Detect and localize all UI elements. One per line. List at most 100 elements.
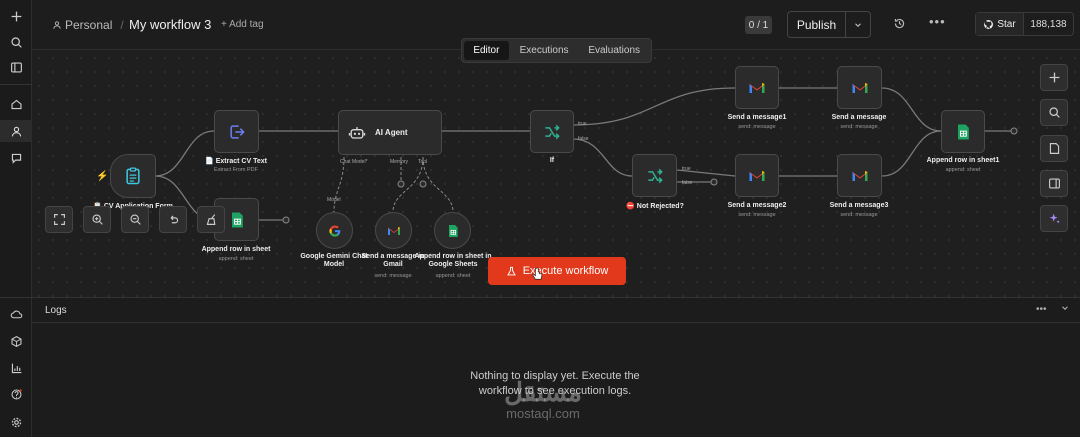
node-label: ⛔ Not Rejected?	[626, 203, 684, 210]
tidy-up-button[interactable]	[197, 206, 225, 233]
sticky-note-button[interactable]	[1040, 135, 1068, 162]
insights-icon[interactable]	[0, 357, 32, 379]
node-label: 📄 Extract CV Text	[205, 158, 267, 165]
node-google-gemini-chat-model[interactable]	[316, 212, 353, 249]
watermark-latin: mostaql.com	[506, 406, 580, 421]
logs-more-icon[interactable]: •••	[1036, 304, 1047, 315]
extract-icon	[229, 124, 245, 139]
gmail-icon	[749, 170, 765, 181]
add-icon	[1049, 72, 1059, 83]
node-not-rejected[interactable]	[632, 154, 677, 197]
zoom-out-button[interactable]	[121, 206, 149, 233]
node-append-row-sheets-tool[interactable]	[434, 212, 471, 249]
search-nodes-button[interactable]	[1040, 99, 1068, 126]
node-if[interactable]	[530, 110, 574, 153]
add-tag-button[interactable]: + Add tag	[221, 19, 264, 30]
left-sidebar	[0, 0, 32, 437]
broom-icon	[206, 214, 215, 225]
robot-icon	[348, 126, 366, 139]
gmail-icon	[749, 82, 765, 93]
logs-collapse-icon[interactable]	[1060, 303, 1070, 316]
branch-icon	[545, 124, 560, 139]
user-icon	[53, 21, 61, 29]
view-tabs: Editor Executions Evaluations	[461, 38, 652, 63]
tab-executions[interactable]: Executions	[511, 41, 578, 60]
github-star-widget[interactable]: Star 188,138	[975, 12, 1074, 36]
node-label: Append row in sheet1	[926, 157, 1000, 164]
node-cv-application-form[interactable]	[110, 154, 156, 198]
watermark: مستقل mostaql.com	[483, 378, 603, 422]
search-icon[interactable]	[0, 31, 32, 53]
sparkle-icon	[1049, 213, 1060, 224]
chevron-down-icon[interactable]	[846, 12, 870, 37]
node-subtitle: append: sheet	[945, 167, 981, 173]
panel-toggle-icon[interactable]	[0, 56, 32, 78]
node-label: Send a message1	[727, 114, 787, 121]
templates-icon[interactable]	[0, 330, 32, 352]
node-subtitle: append: sheet	[435, 273, 471, 279]
undo-icon	[170, 215, 178, 224]
add-node-button[interactable]	[1040, 64, 1068, 91]
workflow-title[interactable]: My workflow 3	[129, 17, 211, 32]
branch-icon	[647, 168, 663, 183]
node-send-a-message1[interactable]	[735, 66, 779, 109]
gmail-icon	[387, 226, 400, 235]
node-send-message-gmail-tool[interactable]	[375, 212, 412, 249]
node-send-a-message[interactable]	[837, 66, 882, 109]
user-icon[interactable]	[0, 120, 32, 142]
node-subtitle: send: message	[840, 124, 878, 130]
zoom-in-icon	[91, 214, 103, 225]
logs-title: Logs	[45, 305, 67, 316]
breadcrumb-separator: /	[120, 18, 124, 32]
cloud-icon[interactable]	[0, 303, 32, 325]
add-icon[interactable]	[0, 5, 32, 27]
trigger-bolt-icon: ⚡	[96, 171, 109, 182]
node-append-row-in-sheet1[interactable]	[941, 110, 985, 153]
github-star-button[interactable]: Star	[976, 13, 1024, 35]
watermark-arabic: مستقل	[504, 377, 582, 407]
flask-icon	[506, 266, 516, 275]
node-subtitle: append: sheet	[218, 256, 254, 262]
tab-evaluations[interactable]: Evaluations	[579, 41, 649, 60]
node-send-a-message2[interactable]	[735, 154, 779, 197]
chat-icon[interactable]	[0, 147, 32, 169]
publish-button[interactable]: Publish	[788, 12, 846, 37]
node-label: Send a message3	[829, 202, 889, 209]
node-extract-cv-text[interactable]	[214, 110, 259, 153]
zoom-out-icon	[129, 214, 141, 225]
port-label: Tool	[418, 159, 428, 165]
port-label: true	[682, 166, 691, 172]
tab-editor[interactable]: Editor	[464, 41, 509, 60]
history-icon[interactable]	[893, 17, 906, 35]
settings-icon[interactable]	[0, 411, 32, 433]
undo-button[interactable]	[159, 206, 187, 233]
fullscreen-icon	[53, 214, 65, 225]
google-icon	[328, 225, 340, 237]
google-sheets-icon	[448, 224, 458, 237]
node-subtitle: send: message	[738, 212, 776, 218]
node-subtitle: send: message	[840, 212, 878, 218]
version-counter: 0 / 1	[745, 16, 772, 34]
zoom-in-button[interactable]	[83, 206, 111, 233]
more-options-button[interactable]: •••	[929, 14, 946, 29]
app-window: Personal / My workflow 3 + Add tag 0 / 1…	[0, 0, 1080, 437]
form-icon	[126, 167, 140, 185]
ai-assistant-button[interactable]	[1040, 205, 1068, 232]
logs-header[interactable]: Logs •••	[32, 297, 1080, 323]
node-ai-agent[interactable]: AI Agent	[338, 110, 442, 155]
help-icon[interactable]	[0, 383, 32, 405]
node-label: Append row in sheet in Google Sheets	[414, 253, 492, 268]
node-label: Append row in sheet	[201, 246, 271, 253]
search-icon	[1048, 107, 1060, 118]
project-name[interactable]: Personal	[65, 18, 112, 32]
fit-view-button[interactable]	[45, 206, 73, 233]
note-icon	[1049, 143, 1059, 154]
node-label: Send a message	[831, 114, 887, 121]
side-panel-button[interactable]	[1040, 170, 1068, 197]
breadcrumb[interactable]: Personal /	[52, 18, 124, 32]
github-star-count: 188,138	[1030, 18, 1067, 30]
home-icon[interactable]	[0, 93, 32, 115]
port-label: Chat Model*	[340, 159, 368, 165]
execute-workflow-button[interactable]: Execute workflow	[488, 257, 626, 285]
node-send-a-message3[interactable]	[837, 154, 882, 197]
